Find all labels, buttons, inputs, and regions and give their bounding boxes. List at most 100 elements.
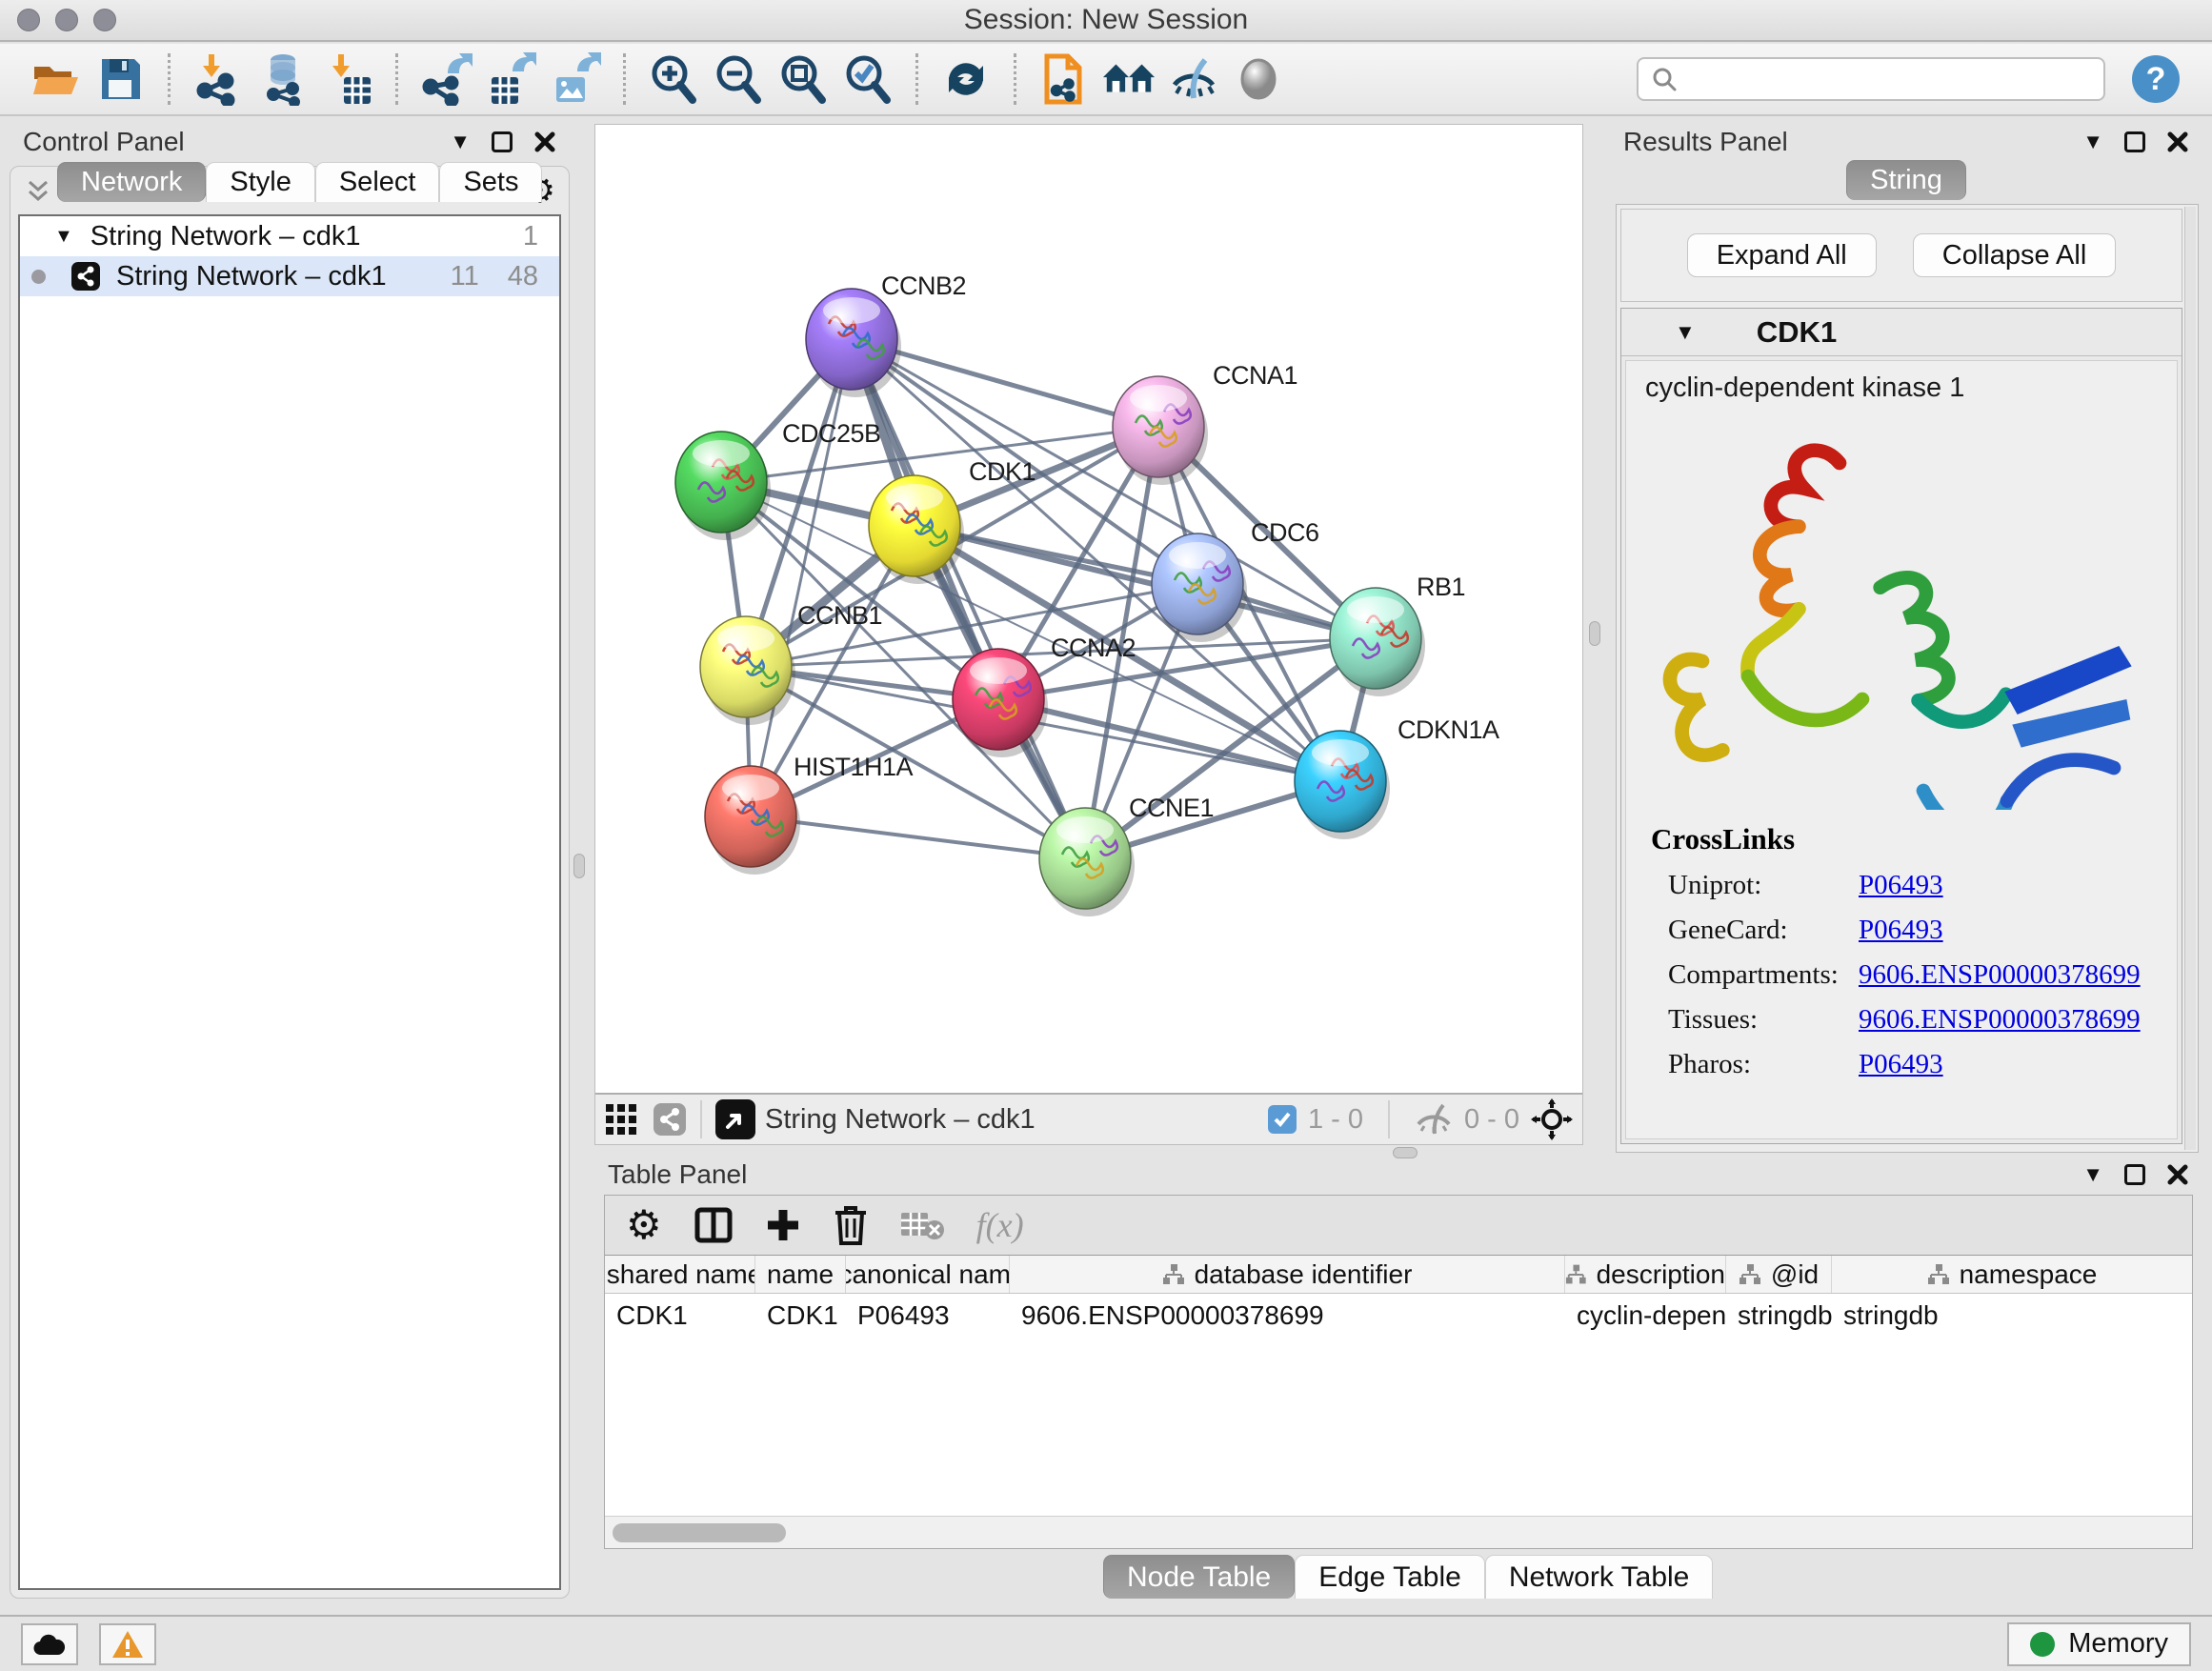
crosshair-icon[interactable] [1531,1098,1573,1140]
network-node-cdc25b[interactable]: CDC25B [675,419,881,540]
close-panel-icon[interactable] [2166,1163,2189,1186]
search-input[interactable] [1688,64,2092,94]
network-node-hist1h1a[interactable]: HIST1H1A [705,753,914,875]
crosslink-link[interactable]: 9606.ENSP00000378699 [1859,1004,2141,1036]
tab-node-table[interactable]: Node Table [1103,1555,1295,1599]
function-builder-icon[interactable]: f(x) [976,1205,1024,1245]
import-network-database-button[interactable] [255,51,311,107]
network-node-rb1[interactable]: RB1 [1330,573,1465,696]
hide-selected-button[interactable] [1166,51,1221,107]
column-header[interactable]: @id [1726,1256,1832,1293]
import-table-file-button[interactable] [320,51,375,107]
memory-label: Memory [2068,1628,2168,1660]
results-scrollbar[interactable] [2184,207,2196,1150]
zoom-in-button[interactable] [646,51,701,107]
network-node-cdkn1a[interactable]: CDKN1A [1295,715,1499,839]
panel-menu-caret-icon[interactable]: ▼ [2082,131,2103,152]
node-label-cdk1: CDK1 [969,457,1036,486]
left-splitter-handle[interactable] [573,854,585,878]
collection-caret-icon[interactable]: ▼ [54,226,73,248]
export-table-button[interactable] [483,51,538,107]
toolbar-search[interactable] [1637,57,2105,101]
zoom-out-button[interactable] [711,51,766,107]
glass-ball-effect-button[interactable] [1231,51,1286,107]
apply-layout-button[interactable] [938,51,994,107]
warnings-button[interactable] [99,1623,156,1665]
zoom-selected-button[interactable] [840,51,895,107]
network-node-ccne1[interactable]: CCNE1 [1039,794,1214,916]
export-image-button[interactable] [548,51,603,107]
gene-section-header[interactable]: ▼ CDK1 [1621,309,2182,356]
network-node-ccna1[interactable]: CCNA1 [1113,361,1297,485]
crosslink-link[interactable]: P06493 [1859,870,1943,901]
share-view-icon[interactable] [653,1102,687,1137]
crosslink-link[interactable]: 9606.ENSP00000378699 [1859,959,2141,991]
column-header[interactable]: name [755,1256,846,1293]
memory-button[interactable]: Memory [2007,1622,2191,1666]
float-panel-icon[interactable] [2124,131,2145,152]
panel-menu-caret-icon[interactable]: ▼ [2082,1164,2103,1185]
new-network-from-selection-button[interactable] [1036,51,1092,107]
column-label: canonical name [846,1259,1010,1290]
network-canvas[interactable]: CCNB2CCNA1CDC25BCDK1CDC6RB1CCNB1CCNA2CDK… [595,125,1582,1093]
column-header[interactable]: shared name [605,1256,755,1293]
node-table: shared name name canonical name database… [605,1255,2192,1548]
collapse-all-button[interactable]: Collapse All [1913,233,2117,277]
zoom-fit-icon [776,52,830,106]
crosslink-link[interactable]: P06493 [1859,915,1943,946]
tab-string[interactable]: String [1846,160,1966,200]
crosslinks-header: CrossLinks [1626,822,2177,856]
panel-menu-caret-icon[interactable]: ▼ [450,131,471,152]
gene-caret-icon[interactable]: ▼ [1675,322,1696,343]
expand-all-button[interactable]: Expand All [1687,233,1877,277]
export-image-icon [549,52,602,106]
table-row[interactable]: CDK1 CDK1 P06493 9606.ENSP00000378699 cy… [605,1294,2192,1338]
grid-mode-icon[interactable] [605,1103,637,1136]
column-header[interactable]: database identifier [1010,1256,1565,1293]
add-column-icon[interactable] [765,1207,801,1243]
tab-style[interactable]: Style [206,162,314,202]
birds-eye-view-icon[interactable] [715,1099,755,1139]
help-button[interactable]: ? [2132,55,2180,103]
network-row[interactable]: String Network – cdk1 11 48 [20,256,559,296]
open-session-button[interactable] [28,51,83,107]
network-column-icon [1927,1263,1950,1286]
tab-network-table[interactable]: Network Table [1485,1555,1714,1599]
cloud-status-button[interactable] [21,1623,78,1665]
float-panel-icon[interactable] [492,131,513,152]
column-header[interactable]: canonical name [846,1256,1010,1293]
network-node-cdc6[interactable]: CDC6 [1152,518,1319,642]
delete-table-icon[interactable] [900,1209,944,1241]
import-network-file-button[interactable] [191,51,246,107]
first-neighbors-button[interactable] [1101,51,1156,107]
selected-nodes-checkbox[interactable] [1268,1105,1297,1134]
show-columns-icon[interactable] [694,1206,733,1244]
zoom-fit-button[interactable] [775,51,831,107]
close-panel-icon[interactable] [2166,131,2189,153]
crosslink-link[interactable]: P06493 [1859,1049,1943,1080]
column-header[interactable]: namespace [1832,1256,2192,1293]
tab-select[interactable]: Select [315,162,440,202]
scrollbar-thumb[interactable] [613,1523,786,1542]
right-splitter-handle[interactable] [1589,621,1600,646]
float-panel-icon[interactable] [2124,1164,2145,1185]
refresh-icon [939,52,993,106]
export-network-button[interactable] [418,51,473,107]
column-header[interactable]: description [1565,1256,1726,1293]
tab-label: Node Table [1127,1561,1271,1594]
network-column-icon [1162,1263,1185,1286]
table-options-gear-icon[interactable]: ⚙ [626,1205,662,1245]
tab-edge-table[interactable]: Edge Table [1295,1555,1485,1599]
tab-sets[interactable]: Sets [439,162,542,202]
hidden-eye-icon[interactable] [1415,1103,1453,1136]
toolbar-separator [915,53,918,105]
network-collection-row[interactable]: ▼ String Network – cdk1 1 [20,216,559,256]
table-horizontal-scrollbar[interactable] [605,1516,2192,1548]
close-panel-icon[interactable] [533,131,556,153]
save-session-button[interactable] [92,51,148,107]
network-node-ccnb2[interactable]: CCNB2 [806,272,966,397]
tab-network[interactable]: Network [57,162,206,202]
delete-column-icon[interactable] [834,1205,868,1245]
collapse-all-networks-icon[interactable] [24,176,52,205]
horizontal-splitter-handle[interactable] [1393,1147,1418,1158]
